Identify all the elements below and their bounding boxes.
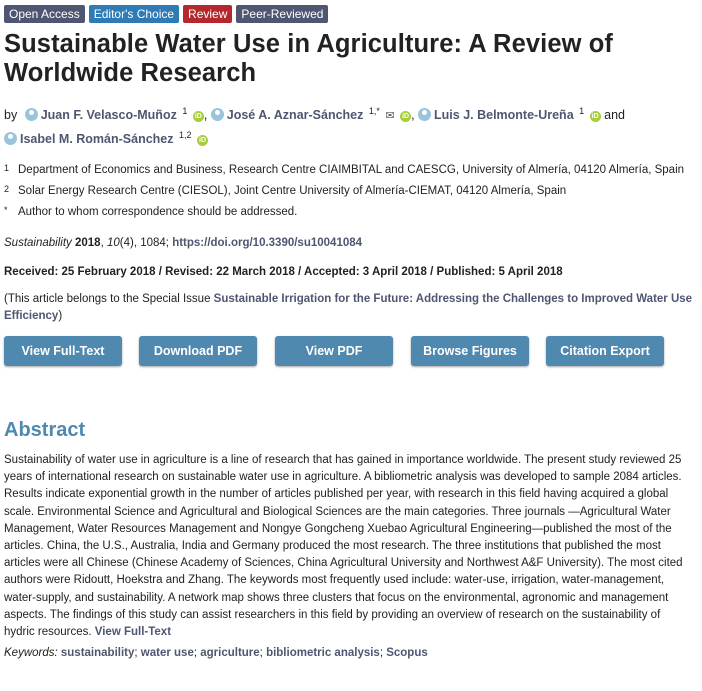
keyword-link[interactable]: sustainability [61,647,135,659]
peer-reviewed-badge[interactable]: Peer-Reviewed [236,5,329,23]
keyword-link[interactable]: bibliometric analysis [266,647,380,659]
open-access-badge[interactable]: Open Access [4,5,85,23]
special-issue-prefix: (This article belongs to the Special Iss… [4,293,214,305]
action-buttons: View Full-Text Download PDF View PDF Bro… [4,336,698,366]
and-label: and [604,108,625,122]
affiliation-text: Solar Energy Research Centre (CIESOL), J… [18,185,567,197]
abstract-text: Sustainability of water use in agricultu… [4,454,683,639]
citation-line: Sustainability 2018, 10(4), 1084; https:… [4,237,363,249]
author-affiliation-sup: 1,* [368,106,380,116]
affiliation-text: Author to whom correspondence should be … [18,206,298,218]
affiliation-item: 2 Solar Energy Research Centre (CIESOL),… [4,183,698,200]
affiliation-number: * [4,205,8,215]
citation-export-button[interactable]: Citation Export [546,336,664,366]
browse-figures-button[interactable]: Browse Figures [411,336,529,366]
article-title: Sustainable Water Use in Agriculture: A … [4,30,613,87]
keywords-line: Keywords: sustainability; water use; agr… [4,647,428,660]
orcid-icon[interactable]: iD [589,111,601,122]
author-affiliation-sup: 1 [182,106,188,116]
mail-icon[interactable]: ✉ [385,107,394,126]
view-full-text-button[interactable]: View Full-Text [4,336,122,366]
badge-row: Open Access Editor's Choice Review Peer-… [4,5,698,23]
doi-link[interactable]: https://doi.org/10.3390/su10041084 [172,237,362,249]
keywords-label: Keywords: [4,647,58,660]
author-affiliation-sup: 1 [579,106,585,116]
author-list: by Juan F. Velasco-Muñoz 1 iD, José A. A… [4,106,625,146]
orcid-icon[interactable]: iD [192,111,204,122]
view-pdf-button[interactable]: View PDF [275,336,393,366]
keyword-link[interactable]: Scopus [386,647,428,659]
keyword-link[interactable]: agriculture [200,647,259,659]
affiliations: 1 Department of Economics and Business, … [4,162,698,221]
orcid-icon[interactable]: iD [400,111,412,122]
citation-issue: (4) [119,237,134,249]
abstract-body: Sustainability of water use in agricultu… [4,452,684,641]
author-link[interactable]: Isabel M. Román-Sánchez [20,132,174,146]
author-icon [4,132,17,145]
article-page: Open Access Editor's Choice Review Peer-… [4,5,698,662]
keyword-link[interactable]: water use [141,647,194,659]
affiliation-text: Department of Economics and Business, Re… [18,164,685,176]
author-affiliation-sup: 1,2 [179,130,192,140]
affiliation-number: 1 [4,163,10,173]
citation-volume: 10 [106,237,120,249]
author-icon [418,108,432,121]
view-full-text-link[interactable]: View Full-Text [95,626,171,638]
by-label: by [4,108,18,122]
author-icon [210,108,224,121]
citation-article: , 1084; [133,237,173,249]
abstract-heading: Abstract [4,419,86,441]
publication-dates: Received: 25 February 2018 / Revised: 22… [4,266,563,278]
editors-choice-badge[interactable]: Editor's Choice [88,5,180,23]
affiliation-item: 1 Department of Economics and Business, … [4,162,698,179]
affiliation-number: 2 [4,184,10,194]
special-issue-note: (This article belongs to the Special Iss… [4,291,698,325]
author-link[interactable]: José A. Aznar-Sánchez [227,108,364,122]
journal-name: Sustainability [4,237,72,249]
special-issue-suffix: ) [58,310,63,322]
author-link[interactable]: Luis J. Belmonte-Ureña [434,108,574,122]
author-icon [24,108,38,121]
citation-year: 2018 [74,237,101,249]
author-link[interactable]: Juan F. Velasco-Muñoz [41,108,177,122]
review-badge[interactable]: Review [183,5,233,23]
affiliation-item: * Author to whom correspondence should b… [4,204,698,221]
download-pdf-button[interactable]: Download PDF [139,336,257,366]
orcid-icon[interactable]: iD [197,135,208,146]
